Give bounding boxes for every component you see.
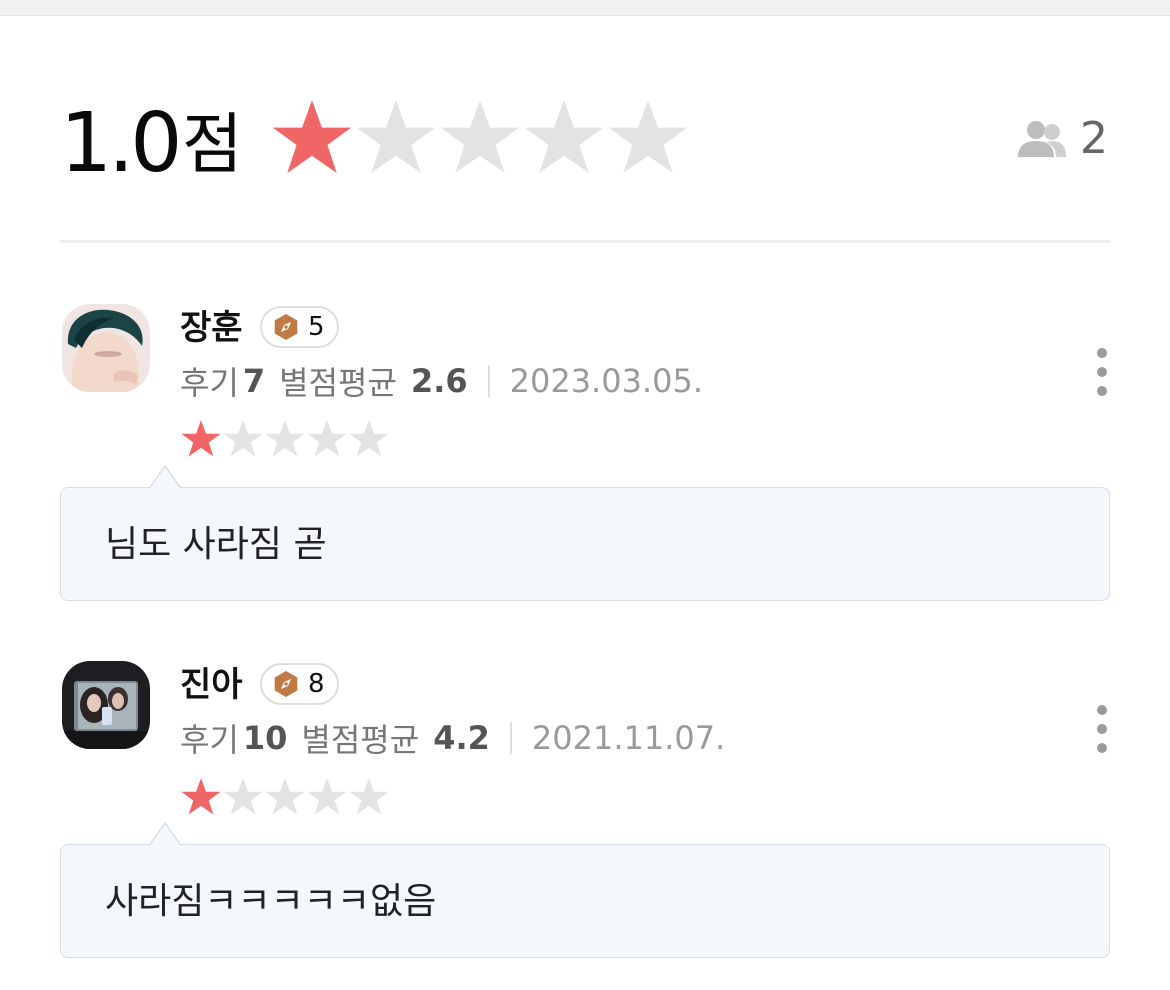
average-rating: 2.6	[410, 362, 468, 400]
review-comment-bubble: 사라짐ㅋㅋㅋㅋㅋ없음	[60, 822, 1110, 958]
star-filled-icon	[272, 100, 352, 173]
star-empty-icon	[440, 100, 520, 173]
reviewer-level: 8	[308, 669, 325, 699]
star-empty-icon	[265, 420, 305, 457]
reviewer-name[interactable]: 장훈	[180, 306, 243, 350]
average-rating: 4.2	[433, 719, 490, 757]
reviews-label: 후기	[180, 721, 239, 759]
review-comment: 님도 사라짐 곧	[105, 524, 327, 565]
reviewer-level-badge: 8	[260, 663, 339, 705]
review-date: 2021.11.07.	[531, 719, 726, 757]
divider	[60, 240, 1110, 243]
hexagon-compass-icon	[274, 314, 298, 340]
review-meta: 후기 10 별점평균 4.2 2021.11.07.	[180, 717, 725, 759]
participant-count: 2	[1016, 112, 1108, 166]
average-star-rating	[270, 96, 690, 180]
review-date: 2023.03.05.	[509, 362, 703, 400]
star-filled-icon	[181, 778, 221, 815]
star-empty-icon	[349, 420, 389, 457]
avatar[interactable]	[62, 661, 150, 749]
rating-summary: 1.0 점 2	[0, 0, 1170, 243]
star-empty-icon	[356, 100, 436, 173]
more-options-icon[interactable]	[1090, 348, 1114, 396]
average-label: 별점평균	[279, 364, 397, 402]
meta-separator	[487, 365, 490, 397]
bubble-tail	[149, 465, 181, 489]
more-options-icon[interactable]	[1090, 705, 1114, 753]
reviews-count: 10	[242, 719, 288, 757]
review-meta: 후기 7 별점평균 2.6 2023.03.05.	[180, 360, 703, 402]
review-comment: 사라짐ㅋㅋㅋㅋㅋ없음	[105, 881, 437, 922]
review-comment-bubble: 님도 사라짐 곧	[60, 465, 1110, 601]
reviewer-level-badge: 5	[260, 306, 339, 348]
reviewer-name[interactable]: 진아	[180, 663, 243, 707]
star-empty-icon	[307, 778, 347, 815]
people-icon	[1018, 121, 1066, 157]
star-empty-icon	[265, 778, 305, 815]
star-empty-icon	[524, 100, 604, 173]
review-star-rating	[180, 418, 390, 460]
star-empty-icon	[307, 420, 347, 457]
bubble-tail	[149, 822, 181, 846]
reviews-count: 7	[242, 362, 266, 400]
review-star-rating	[180, 776, 390, 818]
star-empty-icon	[223, 420, 263, 457]
star-empty-icon	[223, 778, 263, 815]
average-label: 별점평균	[301, 721, 420, 759]
score-unit: 점	[182, 106, 243, 183]
star-filled-icon	[181, 420, 221, 457]
meta-separator	[509, 722, 512, 754]
reviews-label: 후기	[180, 364, 239, 402]
participant-count-value: 2	[1080, 113, 1108, 164]
hexagon-compass-icon	[274, 671, 298, 697]
star-empty-icon	[608, 100, 688, 173]
reviewer-level: 5	[308, 312, 325, 342]
average-score: 1.0	[60, 96, 182, 191]
avatar[interactable]	[62, 304, 150, 392]
star-empty-icon	[349, 778, 389, 815]
